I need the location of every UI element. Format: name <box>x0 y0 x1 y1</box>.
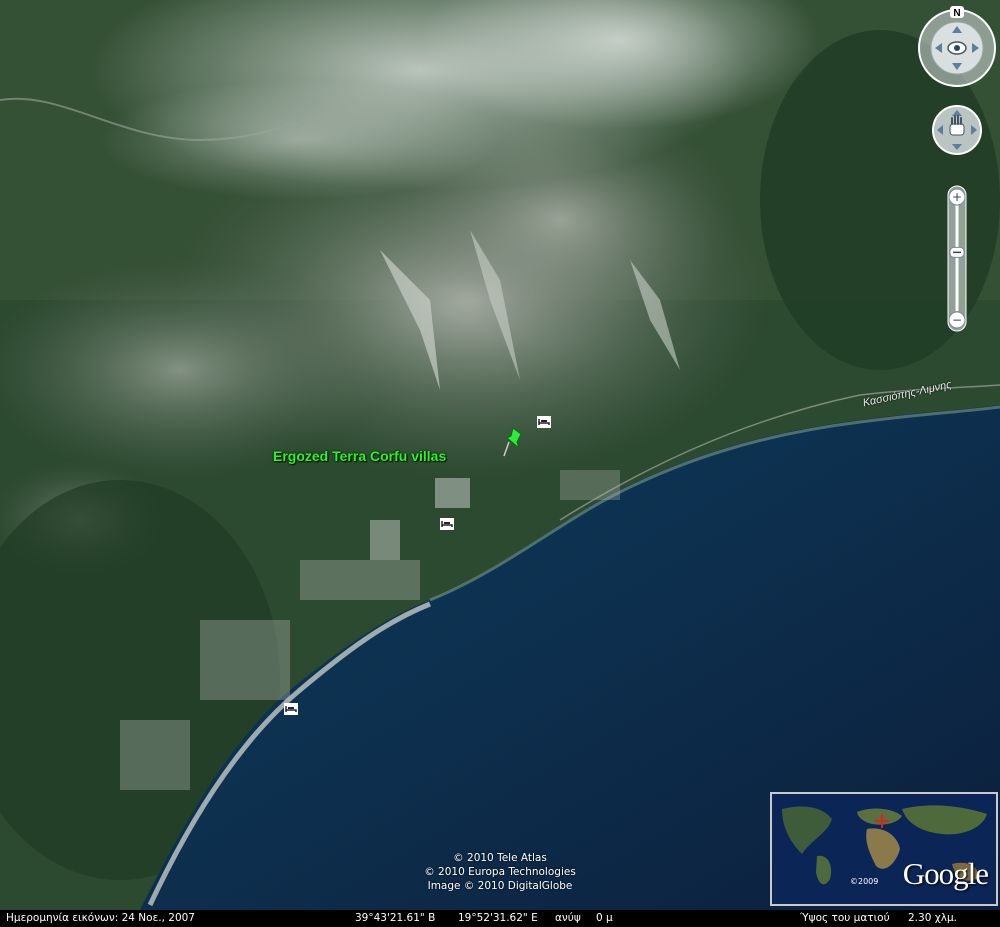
zoom-out-button[interactable]: − <box>948 311 966 329</box>
eye-altitude-value: 2.30 χλμ. <box>908 912 958 924</box>
overview-copyright-year: ©2009 <box>850 877 879 886</box>
imagery-date: Ημερομηνία εικόνων: 24 Νοε., 2007 <box>6 912 195 924</box>
compass-north[interactable]: N <box>950 6 964 19</box>
zoom-out-label: − <box>952 313 962 327</box>
placemark-label[interactable]: Ergozed Terra Corfu villas <box>273 448 446 464</box>
google-logo: Google <box>902 856 989 891</box>
hotel-bed-icon[interactable] <box>284 703 298 715</box>
hotel-bed-icon[interactable] <box>537 416 551 428</box>
credit-line: © 2010 Tele Atlas <box>453 852 547 864</box>
zoom-slider[interactable] <box>947 185 967 332</box>
zoom-slider-thumb[interactable] <box>949 246 965 258</box>
elevation-value: 0 μ <box>596 912 613 924</box>
latitude-readout: 39°43'21.61" Β <box>355 912 436 924</box>
eye-icon[interactable] <box>947 41 967 55</box>
zoom-in-label: + <box>952 190 962 204</box>
longitude-readout: 19°52'31.62" Ε <box>458 912 538 924</box>
status-bar: Ημερομηνία εικόνων: 24 Νοε., 2007 39°43'… <box>0 910 1000 927</box>
overview-map[interactable]: ©2009 Google <box>770 792 998 906</box>
navigation-controls: N + − <box>916 6 1000 336</box>
credit-line: © 2010 Europa Technologies <box>424 866 576 878</box>
elevation-label: ανύψ <box>555 912 581 924</box>
imagery-credits: © 2010 Tele Atlas © 2010 Europa Technolo… <box>400 851 600 893</box>
compass-north-letter: N <box>953 8 960 19</box>
credit-line: Image © 2010 DigitalGlobe <box>427 880 573 892</box>
hand-icon[interactable] <box>949 115 965 136</box>
zoom-in-button[interactable]: + <box>948 188 966 206</box>
pushpin-icon[interactable] <box>499 424 527 460</box>
hotel-bed-icon[interactable] <box>440 518 454 530</box>
eye-altitude-label: Ύψος του ματιού <box>800 912 890 924</box>
satellite-map-view[interactable]: Ergozed Terra Corfu villas Κασσιόπης-Λιμ… <box>0 0 1000 910</box>
